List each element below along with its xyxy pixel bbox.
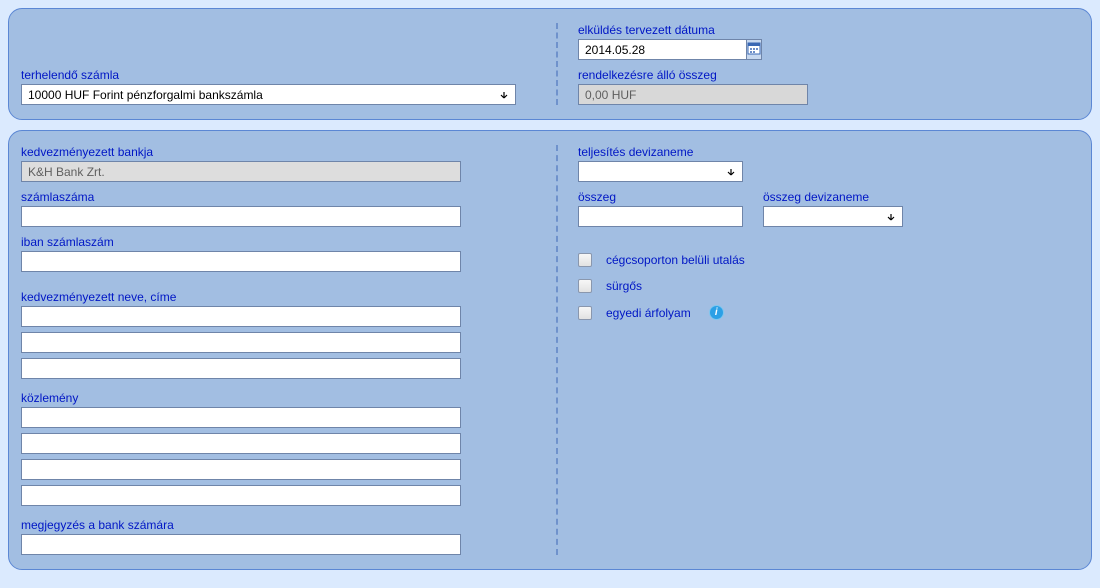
options-checks: cégcsoporton belüli utalás sürgős egyedi…	[578, 253, 1079, 320]
bank-note-label: megjegyzés a bank számára	[21, 518, 536, 532]
custom-rate-label: egyedi árfolyam	[606, 306, 691, 320]
intragroup-label: cégcsoporton belüli utalás	[606, 253, 745, 267]
settlement-currency-label: teljesítés devizaneme	[578, 145, 1079, 159]
debit-account-label: terhelendő számla	[21, 68, 536, 82]
transfer-details-panel: kedvezményezett bankja számlaszáma iban …	[8, 130, 1092, 570]
intragroup-checkbox[interactable]	[578, 253, 592, 267]
urgent-checkbox[interactable]	[578, 279, 592, 293]
statement-line1[interactable]	[21, 407, 461, 428]
beneficiary-name-line2[interactable]	[21, 332, 461, 353]
account-number-label: számlaszáma	[21, 190, 536, 204]
panel2-right-col: teljesítés devizaneme összeg	[556, 145, 1079, 555]
chevron-down-icon	[884, 210, 898, 224]
panel1-left-col: terhelendő számla 10000 HUF Forint pénzf…	[21, 23, 556, 105]
check-row-intragroup: cégcsoporton belüli utalás	[578, 253, 1079, 267]
settlement-currency-select[interactable]	[578, 161, 743, 182]
chevron-down-icon	[724, 165, 738, 179]
statement-line3[interactable]	[21, 459, 461, 480]
amount-currency-label: összeg devizaneme	[763, 190, 903, 204]
account-number-input[interactable]	[21, 206, 461, 227]
debit-account-value: 10000 HUF Forint pénzforgalmi bankszámla	[28, 88, 263, 102]
amount-label: összeg	[578, 190, 743, 204]
amount-currency-select[interactable]	[763, 206, 903, 227]
beneficiary-name-line3[interactable]	[21, 358, 461, 379]
planned-date-label: elküldés tervezett dátuma	[578, 23, 1079, 37]
check-row-custom-rate: egyedi árfolyam i	[578, 305, 1079, 320]
calendar-button[interactable]	[747, 39, 762, 60]
info-icon[interactable]: i	[709, 305, 724, 320]
beneficiary-name-line1[interactable]	[21, 306, 461, 327]
debit-account-select[interactable]: 10000 HUF Forint pénzforgalmi bankszámla	[21, 84, 516, 105]
panel1-right-col: elküldés tervezett dátuma rendelkezésre …	[556, 23, 1079, 105]
check-row-urgent: sürgős	[578, 279, 1079, 293]
statement-line2[interactable]	[21, 433, 461, 454]
amount-input[interactable]	[578, 206, 743, 227]
planned-date-input[interactable]	[578, 39, 747, 60]
statement-label: közlemény	[21, 391, 536, 405]
panel2-left-col: kedvezményezett bankja számlaszáma iban …	[21, 145, 556, 555]
planned-date-field	[578, 39, 748, 60]
chevron-down-icon	[497, 88, 511, 102]
iban-label: iban számlaszám	[21, 235, 536, 249]
account-date-panel: terhelendő számla 10000 HUF Forint pénzf…	[8, 8, 1092, 120]
beneficiary-bank-field	[21, 161, 461, 182]
bank-note-input[interactable]	[21, 534, 461, 555]
available-balance-field	[578, 84, 808, 105]
urgent-label: sürgős	[606, 279, 642, 293]
statement-line4[interactable]	[21, 485, 461, 506]
iban-input[interactable]	[21, 251, 461, 272]
beneficiary-name-label: kedvezményezett neve, címe	[21, 290, 536, 304]
calendar-icon	[747, 41, 761, 58]
beneficiary-bank-label: kedvezményezett bankja	[21, 145, 536, 159]
available-balance-label: rendelkezésre álló összeg	[578, 68, 1079, 82]
custom-rate-checkbox[interactable]	[578, 306, 592, 320]
